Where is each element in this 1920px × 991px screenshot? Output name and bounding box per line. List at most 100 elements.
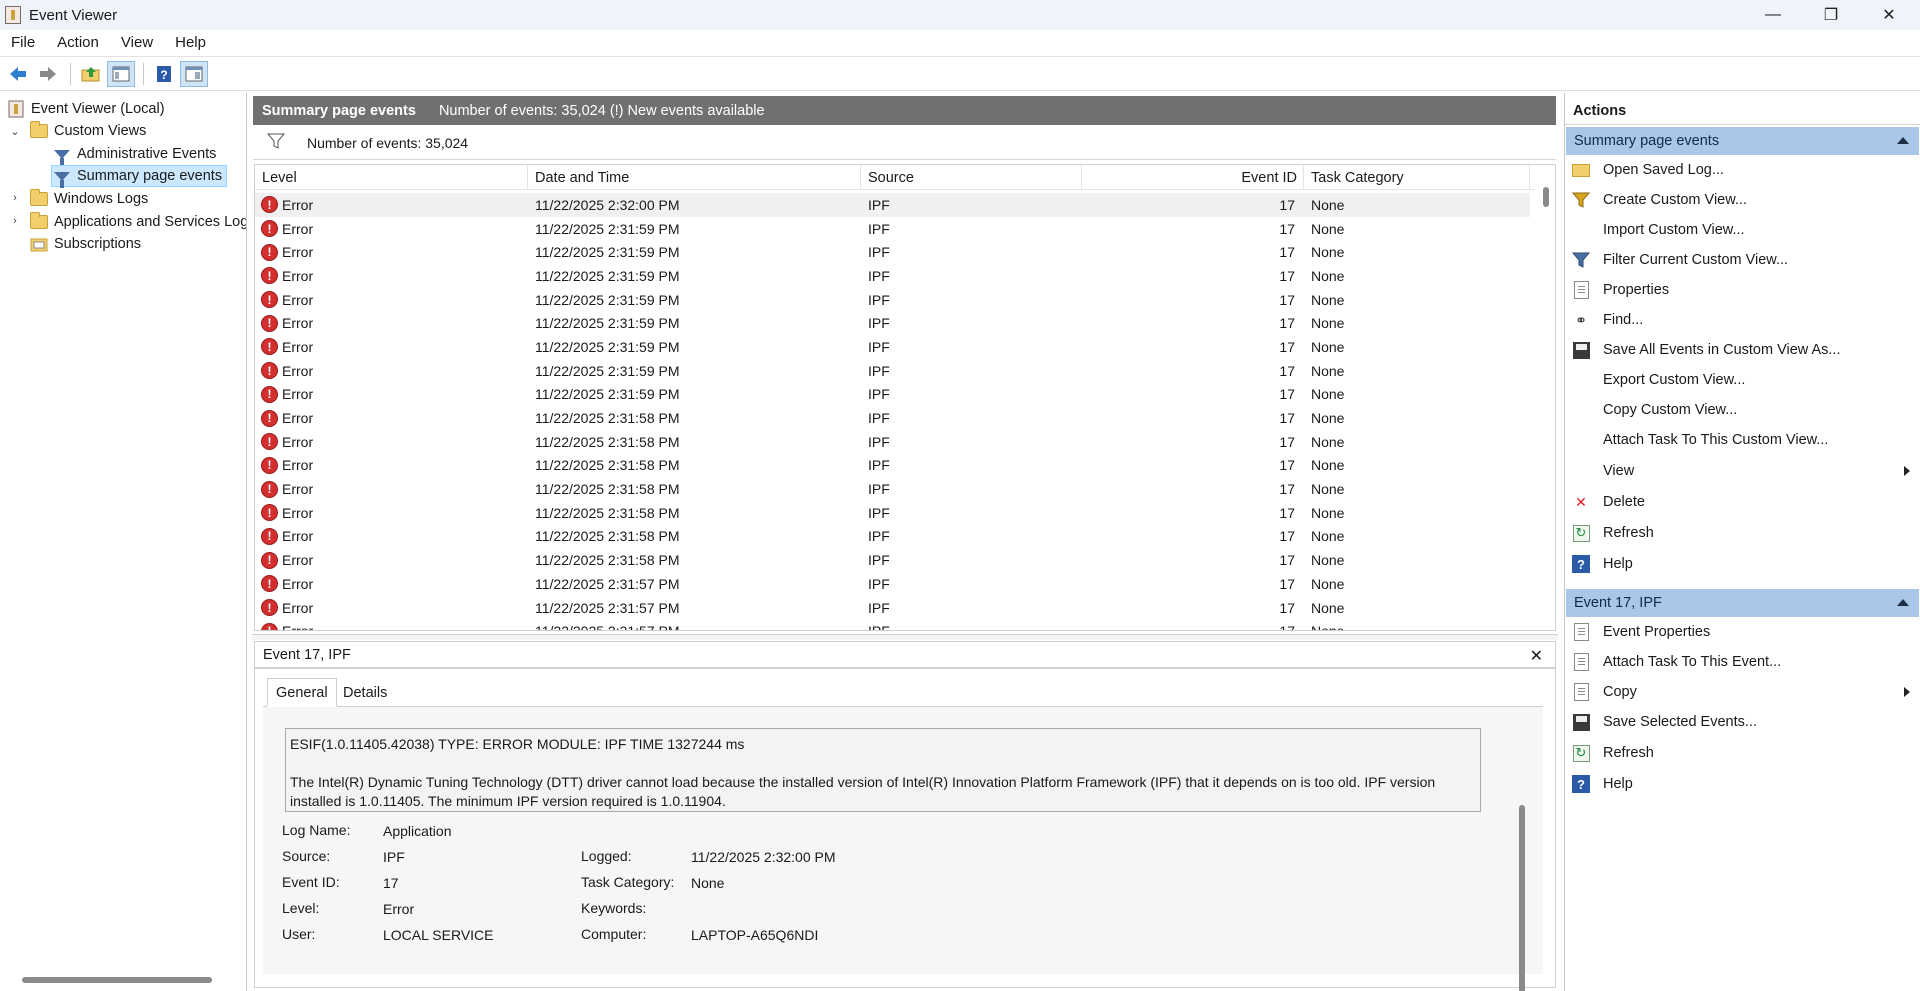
cell-event-id: 17 <box>1279 410 1295 427</box>
table-row[interactable]: ! Error 11/22/2025 2:31:59 PM IPF 17 None <box>255 264 1530 288</box>
column-header-task-category[interactable]: Task Category <box>1304 165 1530 190</box>
tree-node-administrative-events[interactable]: Administrative Events <box>52 143 216 166</box>
table-row[interactable]: ! Error 11/22/2025 2:31:58 PM IPF 17 None <box>255 501 1530 525</box>
label-level: Level: <box>282 900 320 916</box>
action-properties[interactable]: Properties <box>1571 278 1916 302</box>
chevron-right-icon[interactable]: › <box>9 192 21 204</box>
level-text: Error <box>282 552 314 569</box>
table-row[interactable]: !Error11/22/2025 2:31:57 PMIPF17None <box>255 572 1530 596</box>
table-row[interactable]: ! Error 11/22/2025 2:31:59 PM IPF 17 None <box>255 335 1530 359</box>
tree-node-windows-logs[interactable]: Windows Logs <box>29 188 148 210</box>
action-save-all-events[interactable]: Save All Events in Custom View As... <box>1571 338 1916 362</box>
table-row[interactable]: ! Error 11/22/2025 2:31:59 PM IPF 17 None <box>255 359 1530 383</box>
table-row[interactable]: ! Error 11/22/2025 2:31:58 PM IPF 17 None <box>255 548 1530 572</box>
collapse-icon[interactable] <box>1897 137 1909 144</box>
tab-general[interactable]: General <box>267 678 337 707</box>
table-row[interactable]: !Error11/22/2025 2:31:57 PMIPF17None <box>255 596 1530 620</box>
cell-level: !Error <box>255 291 528 309</box>
label-log-name: Log Name: <box>282 822 351 838</box>
up-folder-button[interactable] <box>77 61 105 87</box>
tree-node-summary-page-events[interactable]: Summary page events <box>51 165 228 188</box>
table-row[interactable]: ! Error 11/22/2025 2:32:00 PM IPF 17 None <box>255 193 1530 217</box>
action-event-properties[interactable]: Event Properties <box>1571 620 1916 644</box>
action-create-custom-view[interactable]: Create Custom View... <box>1571 188 1916 212</box>
cell-task-category: None <box>1311 196 1345 213</box>
action-refresh[interactable]: ↻ Refresh <box>1571 521 1916 545</box>
tree-node-event-viewer-local[interactable]: Event Viewer (Local) <box>6 98 165 120</box>
show-hide-action-pane-button[interactable] <box>180 60 208 87</box>
grid-vertical-scrollbar[interactable] <box>1543 187 1549 207</box>
table-row[interactable]: ! Error 11/22/2025 2:31:59 PM IPF 17 None <box>255 288 1530 312</box>
table-row[interactable]: ! Error 11/22/2025 2:31:58 PM IPF 17 None <box>255 406 1530 430</box>
action-copy[interactable]: Copy <box>1571 680 1916 704</box>
tree-node-applications-and-services-logs[interactable]: Applications and Services Logs <box>29 211 246 233</box>
error-icon: ! <box>261 480 278 498</box>
menu-file[interactable]: File <box>0 34 46 51</box>
pane-splitter[interactable] <box>252 634 1558 640</box>
forward-button[interactable] <box>34 61 62 87</box>
cell-source: IPF <box>868 575 890 592</box>
menu-help[interactable]: Help <box>164 34 217 51</box>
cell-task-category: None <box>1311 457 1345 474</box>
column-header-source[interactable]: Source <box>861 165 1082 190</box>
table-row[interactable]: ! Error 11/22/2025 2:31:59 PM IPF 17 None <box>255 383 1530 407</box>
export-icon <box>1571 370 1591 390</box>
cell-task-category: None <box>1311 267 1345 284</box>
action-help-event[interactable]: ? Help <box>1571 772 1916 796</box>
show-hide-tree-button[interactable] <box>107 60 135 87</box>
action-filter-current-custom-view[interactable]: Filter Current Custom View... <box>1571 248 1916 272</box>
back-button[interactable] <box>4 61 32 87</box>
help-toolbar-button[interactable]: ? <box>150 61 178 87</box>
collapse-icon[interactable] <box>1897 599 1909 606</box>
tree-label: Summary page events <box>77 168 223 184</box>
table-row[interactable]: ! Error 11/22/2025 2:31:58 PM IPF 17 None <box>255 477 1530 501</box>
table-row[interactable]: ! Error 11/22/2025 2:31:58 PM IPF 17 None <box>255 454 1530 478</box>
actions-section-summary-page-events[interactable]: Summary page events <box>1566 127 1919 155</box>
action-save-selected-events[interactable]: Save Selected Events... <box>1571 710 1916 734</box>
action-help[interactable]: ? Help <box>1571 552 1916 576</box>
table-row[interactable]: ! Error 11/22/2025 2:31:59 PM IPF 17 None <box>255 217 1530 241</box>
action-delete[interactable]: ✕ Delete <box>1571 490 1916 514</box>
action-open-saved-log[interactable]: Open Saved Log... <box>1571 158 1916 182</box>
table-row[interactable]: ! Error 11/22/2025 2:31:59 PM IPF 17 None <box>255 240 1530 264</box>
chevron-down-icon[interactable]: ⌄ <box>9 125 21 138</box>
tab-details[interactable]: Details <box>335 678 395 707</box>
tree-node-custom-views[interactable]: Custom Views <box>29 120 146 142</box>
cell-event-id: 17 <box>1279 338 1295 355</box>
action-attach-task-event[interactable]: Attach Task To This Event... <box>1571 650 1916 674</box>
tree-horizontal-scrollbar[interactable] <box>22 977 212 983</box>
event-detail-pane: Event 17, IPF ✕ General Details ESIF(1.0… <box>254 641 1556 991</box>
table-row[interactable]: ! Error 11/22/2025 2:31:58 PM IPF 17 None <box>255 430 1530 454</box>
column-header-level[interactable]: Level <box>255 165 528 190</box>
action-export-custom-view[interactable]: Export Custom View... <box>1571 368 1916 392</box>
column-header-event-id[interactable]: Event ID <box>1082 165 1304 190</box>
error-icon: ! <box>261 291 278 309</box>
close-icon[interactable]: ✕ <box>1530 646 1543 666</box>
table-row[interactable]: ! Error 11/22/2025 2:31:59 PM IPF 17 None <box>255 311 1530 335</box>
table-row[interactable]: ! Error 11/22/2025 2:31:58 PM IPF 17 None <box>255 525 1530 549</box>
action-copy-custom-view[interactable]: Copy Custom View... <box>1571 398 1916 422</box>
detail-vertical-scrollbar[interactable] <box>1519 805 1525 991</box>
menu-action[interactable]: Action <box>46 34 110 51</box>
save-icon <box>1571 340 1591 360</box>
cell-source: IPF <box>868 338 890 355</box>
action-attach-task-custom-view[interactable]: Attach Task To This Custom View... <box>1571 428 1916 452</box>
close-window-button[interactable]: ✕ <box>1860 0 1918 30</box>
minimize-button[interactable]: — <box>1744 0 1802 30</box>
event-message[interactable]: ESIF(1.0.11405.42038) TYPE: ERROR MODULE… <box>285 728 1481 812</box>
action-label: Delete <box>1603 494 1645 510</box>
maximize-button[interactable]: ❐ <box>1802 0 1860 30</box>
folder-icon <box>29 189 49 208</box>
column-header-date-time[interactable]: Date and Time <box>528 165 861 190</box>
action-view[interactable]: View <box>1571 459 1916 483</box>
action-refresh-event[interactable]: ↻ Refresh <box>1571 741 1916 765</box>
error-icon: ! <box>261 338 278 356</box>
action-import-custom-view[interactable]: Import Custom View... <box>1571 218 1916 242</box>
action-find[interactable]: ⚭ Find... <box>1571 308 1916 332</box>
actions-section-event[interactable]: Event 17, IPF <box>1566 589 1919 617</box>
menu-view[interactable]: View <box>110 34 164 51</box>
chevron-right-icon[interactable]: › <box>9 215 21 227</box>
table-row[interactable]: !Error11/22/2025 2:31:57 PMIPF17None <box>255 619 1530 630</box>
tree-label: Windows Logs <box>54 191 149 207</box>
tree-node-subscriptions[interactable]: Subscriptions <box>29 233 141 255</box>
